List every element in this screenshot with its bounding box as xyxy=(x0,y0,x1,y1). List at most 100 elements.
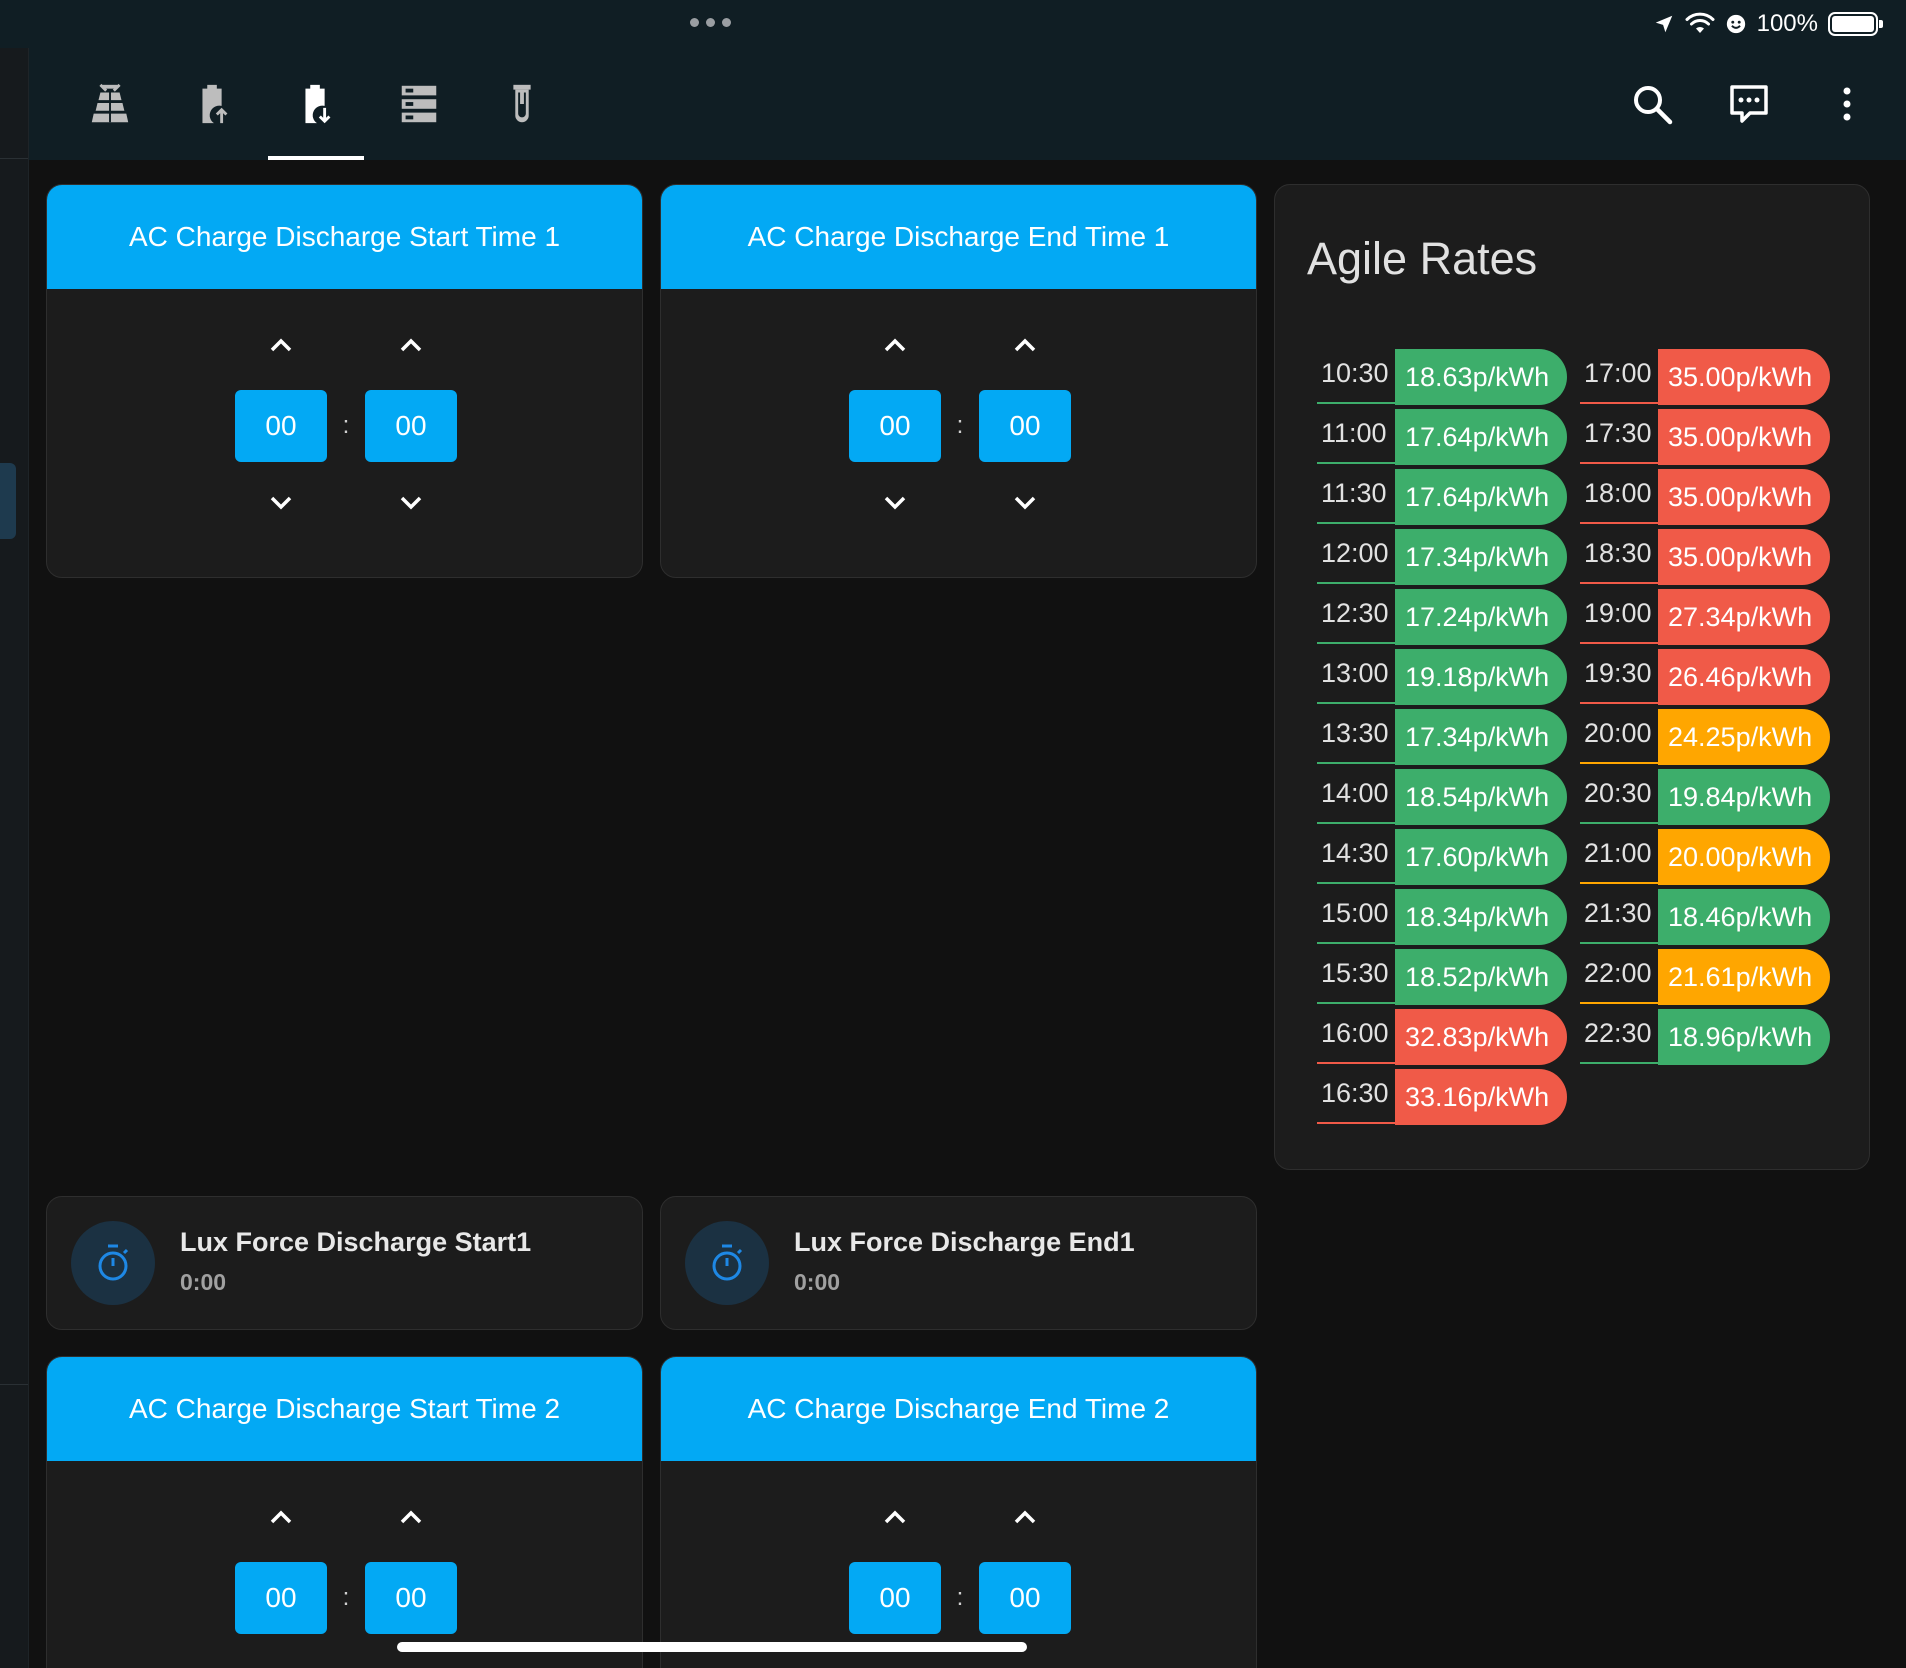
agile-rates-card: Agile Rates 10:30 18.63p/kWh 11:00 17.64p/k… xyxy=(1274,184,1870,1170)
rate-time: 20:30 xyxy=(1584,778,1652,808)
agile-rate-row: 21:00 20.00p/kWh xyxy=(1580,829,1830,885)
rate-price: 17.60p/kWh xyxy=(1395,829,1567,885)
agile-rate-row: 11:30 17.64p/kWh xyxy=(1317,469,1567,525)
sidebar[interactable] xyxy=(0,48,29,1668)
focus-smiley-icon xyxy=(1726,14,1745,34)
tab-battery-charge[interactable] xyxy=(165,48,261,160)
agile-rate-row: 17:00 35.00p/kWh xyxy=(1580,349,1830,405)
rate-underline xyxy=(1580,642,1660,644)
rate-time: 14:00 xyxy=(1321,778,1389,808)
minutes-increment-button[interactable] xyxy=(1005,1499,1045,1535)
time-separator: : xyxy=(956,412,964,439)
rate-time: 20:00 xyxy=(1584,718,1652,748)
hours-increment-button[interactable] xyxy=(875,1499,915,1535)
timer-card-start-1: AC Charge Discharge Start Time 1 00 : 00 xyxy=(46,184,643,578)
entity-card-force-discharge-end[interactable]: Lux Force Discharge End1 0:00 xyxy=(660,1196,1257,1330)
rate-underline xyxy=(1580,822,1660,824)
rate-underline xyxy=(1580,1002,1660,1004)
hours-field[interactable]: 00 xyxy=(235,1562,327,1634)
timer-card-title: AC Charge Discharge Start Time 2 xyxy=(47,1357,642,1461)
agile-rate-row: 13:00 19.18p/kWh xyxy=(1317,649,1567,705)
home-indicator[interactable] xyxy=(397,1642,1027,1652)
chevron-down-icon xyxy=(270,496,292,510)
rate-underline xyxy=(1580,402,1660,404)
hours-field[interactable]: 00 xyxy=(849,1562,941,1634)
rate-underline xyxy=(1580,942,1660,944)
agile-rate-row: 18:30 35.00p/kWh xyxy=(1580,529,1830,585)
chevron-down-icon xyxy=(1014,496,1036,510)
more-vertical-icon xyxy=(1843,87,1851,121)
entity-card-force-discharge-start[interactable]: Lux Force Discharge Start1 0:00 xyxy=(46,1196,643,1330)
rate-price: 18.34p/kWh xyxy=(1395,889,1567,945)
rate-time: 17:30 xyxy=(1584,418,1652,448)
hours-decrement-button[interactable] xyxy=(875,485,915,521)
agile-rate-row: 12:30 17.24p/kWh xyxy=(1317,589,1567,645)
hours-increment-button[interactable] xyxy=(875,327,915,363)
rate-time: 22:30 xyxy=(1584,1018,1652,1048)
assist-chat-icon xyxy=(1730,85,1768,123)
chevron-up-icon xyxy=(884,338,906,352)
timer-icon xyxy=(712,1244,743,1281)
chevron-up-icon xyxy=(270,1510,292,1524)
rate-price: 18.54p/kWh xyxy=(1395,769,1567,825)
hours-decrement-button[interactable] xyxy=(261,485,301,521)
timer-card-start-2: AC Charge Discharge Start Time 2 00 : 00 xyxy=(46,1356,643,1668)
sidebar-active-item[interactable] xyxy=(0,463,16,539)
minutes-field[interactable]: 00 xyxy=(979,390,1071,462)
rate-price: 17.24p/kWh xyxy=(1395,589,1567,645)
agile-rate-row: 15:30 18.52p/kWh xyxy=(1317,949,1567,1005)
rate-price: 17.64p/kWh xyxy=(1395,469,1567,525)
rate-time: 15:30 xyxy=(1321,958,1389,988)
hours-increment-button[interactable] xyxy=(261,327,301,363)
agile-rate-row: 20:00 24.25p/kWh xyxy=(1580,709,1830,765)
multitasking-dots-icon[interactable] xyxy=(690,18,731,27)
tab-battery-discharge[interactable] xyxy=(268,48,364,160)
tab-solar-power[interactable] xyxy=(62,48,158,160)
chevron-up-icon xyxy=(1014,338,1036,352)
agile-rate-row: 10:30 18.63p/kWh xyxy=(1317,349,1567,405)
rate-time: 22:00 xyxy=(1584,958,1652,988)
search-button[interactable] xyxy=(1624,76,1680,132)
rate-time: 21:00 xyxy=(1584,838,1652,868)
hours-field[interactable]: 00 xyxy=(849,390,941,462)
tab-server[interactable] xyxy=(371,48,467,160)
minutes-field[interactable]: 00 xyxy=(365,390,457,462)
status-indicators: 100% xyxy=(1653,8,1883,40)
rate-time: 13:00 xyxy=(1321,658,1389,688)
agile-rate-row: 19:00 27.34p/kWh xyxy=(1580,589,1830,645)
rate-underline xyxy=(1317,522,1397,524)
rate-price: 18.52p/kWh xyxy=(1395,949,1567,1005)
chevron-up-icon xyxy=(400,1510,422,1524)
agile-rate-row: 20:30 19.84p/kWh xyxy=(1580,769,1830,825)
agile-rate-row: 21:30 18.46p/kWh xyxy=(1580,889,1830,945)
minutes-field[interactable]: 00 xyxy=(365,1562,457,1634)
minutes-increment-button[interactable] xyxy=(1005,327,1045,363)
rate-time: 14:30 xyxy=(1321,838,1389,868)
minutes-field[interactable]: 00 xyxy=(979,1562,1071,1634)
chevron-up-icon xyxy=(400,338,422,352)
time-separator: : xyxy=(342,412,350,439)
rate-underline xyxy=(1317,942,1397,944)
rate-time: 21:30 xyxy=(1584,898,1652,928)
rate-underline xyxy=(1317,402,1397,404)
minutes-increment-button[interactable] xyxy=(391,1499,431,1535)
minutes-decrement-button[interactable] xyxy=(1005,485,1045,521)
timer-card-end-2: AC Charge Discharge End Time 2 00 : 00 xyxy=(660,1356,1257,1668)
timer-card-end-1: AC Charge Discharge End Time 1 00 : 00 xyxy=(660,184,1257,578)
assist-button[interactable] xyxy=(1721,76,1777,132)
tab-test-tube[interactable] xyxy=(474,48,570,160)
timer-card-title: AC Charge Discharge End Time 2 xyxy=(661,1357,1256,1461)
rate-price: 24.25p/kWh xyxy=(1658,709,1830,765)
battery-charging-up-icon xyxy=(202,84,228,124)
rate-price: 33.16p/kWh xyxy=(1395,1069,1567,1125)
minutes-increment-button[interactable] xyxy=(391,327,431,363)
hours-increment-button[interactable] xyxy=(261,1499,301,1535)
agile-rate-row: 17:30 35.00p/kWh xyxy=(1580,409,1830,465)
hours-field[interactable]: 00 xyxy=(235,390,327,462)
timer-card-title: AC Charge Discharge Start Time 1 xyxy=(47,185,642,289)
more-options-button[interactable] xyxy=(1819,76,1875,132)
rate-time: 16:30 xyxy=(1321,1078,1389,1108)
minutes-decrement-button[interactable] xyxy=(391,485,431,521)
battery-icon xyxy=(1828,12,1883,36)
timer-icon xyxy=(98,1244,129,1281)
